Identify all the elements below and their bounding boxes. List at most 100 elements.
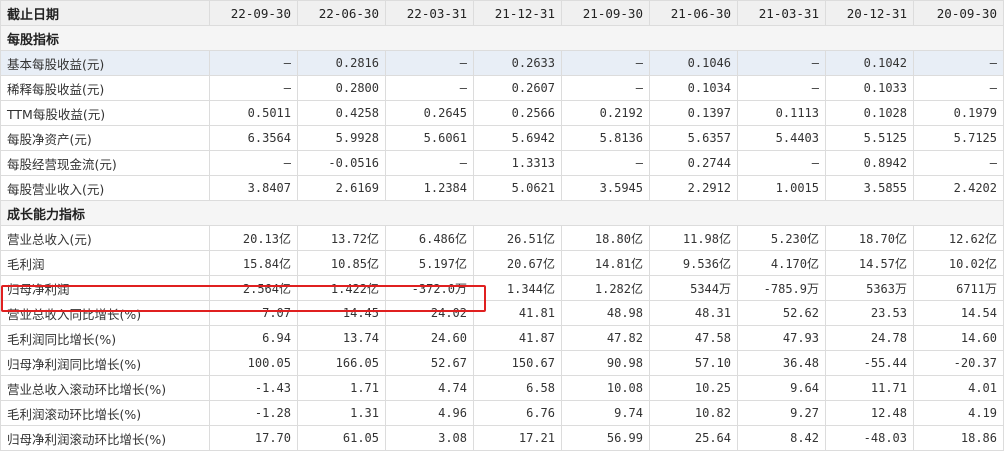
value-cell: 0.4258 bbox=[297, 100, 386, 126]
value-cell: 1.282亿 bbox=[561, 275, 650, 301]
table-row[interactable]: 归母净利润同比增长(%) 100.05 166.05 52.67 150.67 90.98… bbox=[0, 350, 1004, 376]
value-cell: 5.230亿 bbox=[737, 225, 826, 251]
value-cell: 5.6061 bbox=[385, 125, 474, 151]
value-cell: 1.3313 bbox=[473, 150, 562, 176]
row-label: 归母净利润同比增长(%) bbox=[0, 350, 210, 376]
header-period[interactable]: 21-03-31 bbox=[737, 0, 826, 26]
value-cell: 2.6169 bbox=[297, 175, 386, 201]
table-row[interactable]: 营业总收入滚动环比增长(%) -1.43 1.71 4.74 6.58 10.08 10.2… bbox=[0, 375, 1004, 401]
value-cell: 48.31 bbox=[649, 300, 738, 326]
row-label: 毛利润同比增长(%) bbox=[0, 325, 210, 351]
value-cell: 0.1046 bbox=[649, 50, 738, 76]
value-cell: -55.44 bbox=[825, 350, 914, 376]
value-cell: 150.67 bbox=[473, 350, 562, 376]
value-cell: 7.07 bbox=[209, 300, 298, 326]
row-label: 稀释每股收益(元) bbox=[0, 75, 210, 101]
header-period[interactable]: 20-12-31 bbox=[825, 0, 914, 26]
header-period[interactable]: 21-09-30 bbox=[561, 0, 650, 26]
table-row[interactable]: 基本每股收益(元) —0.2816—0.2633—0.1046—0.1042— bbox=[0, 50, 1004, 76]
value-cell: 5.9928 bbox=[297, 125, 386, 151]
value-cell: 0.2816 bbox=[297, 50, 386, 76]
value-cell: 11.98亿 bbox=[649, 225, 738, 251]
table-row[interactable]: 归母净利润 2.564亿 1.422亿 -372.0万 1.344亿 1.282亿 5344… bbox=[0, 275, 1004, 301]
header-period[interactable]: 21-12-31 bbox=[473, 0, 562, 26]
value-cell: 5.5125 bbox=[825, 125, 914, 151]
table-row[interactable]: TTM每股收益(元) 0.5011 0.4258 0.2645 0.2566 0.2192… bbox=[0, 100, 1004, 126]
value-cell: — bbox=[209, 150, 298, 176]
table-row[interactable]: 每股营业收入(元) 3.8407 2.6169 1.2384 5.0621 3.5945 2… bbox=[0, 175, 1004, 201]
value-cell: — bbox=[913, 75, 1004, 101]
value-cell: 3.8407 bbox=[209, 175, 298, 201]
value-cell: 90.98 bbox=[561, 350, 650, 376]
value-cell: 13.72亿 bbox=[297, 225, 386, 251]
value-cell: 24.02 bbox=[385, 300, 474, 326]
value-cell: -20.37 bbox=[913, 350, 1004, 376]
header-date-label: 截止日期 bbox=[0, 0, 210, 26]
header-period[interactable]: 21-06-30 bbox=[649, 0, 738, 26]
value-cell: 3.5855 bbox=[825, 175, 914, 201]
table-row[interactable]: 毛利润同比增长(%) 6.94 13.74 24.60 41.87 47.82 47.58 4… bbox=[0, 325, 1004, 351]
value-cell: 17.70 bbox=[209, 425, 298, 451]
value-cell: — bbox=[561, 150, 650, 176]
value-cell: 0.2645 bbox=[385, 100, 474, 126]
value-cell: 166.05 bbox=[297, 350, 386, 376]
value-cell: 12.48 bbox=[825, 400, 914, 426]
header-period[interactable]: 22-03-31 bbox=[385, 0, 474, 26]
value-cell: 24.78 bbox=[825, 325, 914, 351]
table-row[interactable]: 营业总收入(元) 20.13亿 13.72亿 6.486亿 26.51亿 18.80亿 11… bbox=[0, 225, 1004, 251]
value-cell: 3.08 bbox=[385, 425, 474, 451]
value-cell: — bbox=[913, 50, 1004, 76]
header-period[interactable]: 20-09-30 bbox=[913, 0, 1004, 26]
value-cell: 1.31 bbox=[297, 400, 386, 426]
section-header-row: 每股指标 bbox=[0, 25, 1004, 51]
value-cell: 6711万 bbox=[913, 275, 1004, 301]
section-header-row: 成长能力指标 bbox=[0, 200, 1004, 226]
table-row[interactable]: 稀释每股收益(元) —0.2800—0.2607—0.1034—0.1033— bbox=[0, 75, 1004, 101]
value-cell: 6.76 bbox=[473, 400, 562, 426]
value-cell: — bbox=[737, 50, 826, 76]
header-period[interactable]: 22-06-30 bbox=[297, 0, 386, 26]
value-cell: 47.82 bbox=[561, 325, 650, 351]
value-cell: 8.42 bbox=[737, 425, 826, 451]
value-cell: 2.4202 bbox=[913, 175, 1004, 201]
value-cell: 3.5945 bbox=[561, 175, 650, 201]
value-cell: 18.80亿 bbox=[561, 225, 650, 251]
row-label: 每股经营现金流(元) bbox=[0, 150, 210, 176]
value-cell: — bbox=[561, 75, 650, 101]
value-cell: 0.2192 bbox=[561, 100, 650, 126]
table-row[interactable]: 每股经营现金流(元) — -0.0516—1.3313—0.2744—0.8942— bbox=[0, 150, 1004, 176]
row-label: 营业总收入滚动环比增长(%) bbox=[0, 375, 210, 401]
financial-indicators-table: 截止日期 22-09-30 22-06-30 22-03-31 21-12-31… bbox=[0, 0, 1004, 451]
value-cell: 12.62亿 bbox=[913, 225, 1004, 251]
value-cell: 18.70亿 bbox=[825, 225, 914, 251]
value-cell: 0.2607 bbox=[473, 75, 562, 101]
row-label: 每股净资产(元) bbox=[0, 125, 210, 151]
value-cell: 4.74 bbox=[385, 375, 474, 401]
header-period[interactable]: 22-09-30 bbox=[209, 0, 298, 26]
value-cell: 0.1113 bbox=[737, 100, 826, 126]
financial-table-container: 截止日期 22-09-30 22-06-30 22-03-31 21-12-31… bbox=[0, 0, 1008, 468]
table-row[interactable]: 每股净资产(元) 6.3564 5.9928 5.6061 5.6942 5.8136 5.… bbox=[0, 125, 1004, 151]
value-cell: 10.85亿 bbox=[297, 250, 386, 276]
value-cell: 1.344亿 bbox=[473, 275, 562, 301]
value-cell: — bbox=[737, 150, 826, 176]
value-cell: 13.74 bbox=[297, 325, 386, 351]
table-body: 每股指标 基本每股收益(元) —0.2816—0.2633—0.1046—0.104… bbox=[0, 25, 1004, 451]
value-cell: 24.60 bbox=[385, 325, 474, 351]
table-row[interactable]: 毛利润滚动环比增长(%) -1.28 1.31 4.96 6.76 9.74 10.82 9.… bbox=[0, 400, 1004, 426]
value-cell: — bbox=[385, 75, 474, 101]
value-cell: 0.2744 bbox=[649, 150, 738, 176]
value-cell: 1.71 bbox=[297, 375, 386, 401]
value-cell: — bbox=[209, 50, 298, 76]
row-label: 归母净利润 bbox=[0, 275, 210, 301]
table-row[interactable]: 营业总收入同比增长(%) 7.07 14.45 24.02 41.81 48.98 48.3… bbox=[0, 300, 1004, 326]
row-label: 营业总收入同比增长(%) bbox=[0, 300, 210, 326]
value-cell: 36.48 bbox=[737, 350, 826, 376]
value-cell: 15.84亿 bbox=[209, 250, 298, 276]
value-cell: 14.60 bbox=[913, 325, 1004, 351]
section-title: 成长能力指标 bbox=[0, 200, 1004, 226]
table-row[interactable]: 毛利润 15.84亿 10.85亿 5.197亿 20.67亿 14.81亿 9.536亿 4… bbox=[0, 250, 1004, 276]
table-row[interactable]: 归母净利润滚动环比增长(%) 17.70 61.05 3.08 17.21 56.99 25… bbox=[0, 425, 1004, 451]
value-cell: -785.9万 bbox=[737, 275, 826, 301]
value-cell: 52.67 bbox=[385, 350, 474, 376]
